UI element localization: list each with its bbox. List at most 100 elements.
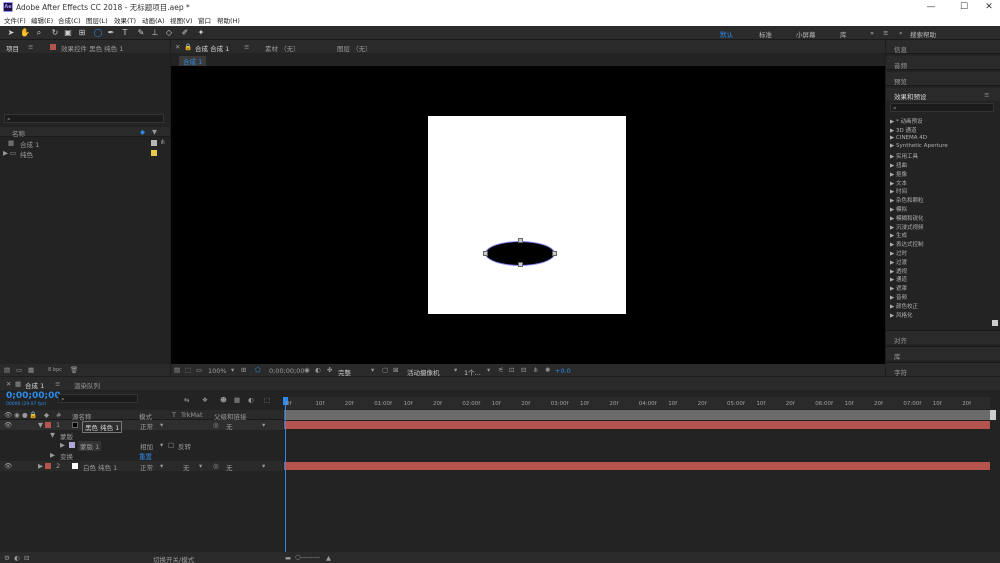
composition-canvas[interactable]: [428, 116, 626, 314]
search-help-input[interactable]: 搜索帮助: [910, 29, 936, 39]
label-column-icon[interactable]: ◆: [44, 411, 49, 419]
roi-icon[interactable]: ▢: [382, 366, 388, 374]
layer-row[interactable]: 👁 ▶ 2 白色 纯色 1 正常 ▾ 无 ▾ ◎ 无 ▾: [0, 461, 283, 472]
column-name[interactable]: 名称: [12, 128, 25, 138]
effects-category[interactable]: ▶ 扭曲: [890, 161, 907, 169]
current-time[interactable]: 0;00;00;00: [269, 367, 305, 375]
layer-mode-select[interactable]: 正常: [140, 462, 153, 472]
motion-blur-icon[interactable]: ◐: [248, 396, 254, 404]
roto-brush-tool-icon[interactable]: ✐: [180, 28, 190, 38]
mask-vertex-handle[interactable]: [518, 238, 523, 243]
library-tab[interactable]: 库: [894, 351, 901, 361]
pick-whip-icon[interactable]: ◎: [213, 462, 219, 470]
frame-blending-icon[interactable]: ▦: [234, 396, 240, 404]
exposure-value[interactable]: +0.0: [555, 367, 571, 375]
snapshot-icon[interactable]: ◉: [304, 366, 310, 374]
menu-view[interactable]: 视图(V): [170, 15, 193, 25]
project-search-input[interactable]: ⌕: [4, 114, 164, 123]
pick-whip-icon[interactable]: ◎: [213, 421, 219, 429]
views-select[interactable]: 1个...: [464, 367, 481, 377]
toggle-pixel-icon[interactable]: ⚟: [498, 366, 504, 374]
draft-3d-icon[interactable]: ❖: [202, 396, 208, 404]
zoom-tool-icon[interactable]: ⌕: [34, 28, 44, 38]
scrollbar-handle[interactable]: [992, 320, 998, 326]
mask-row[interactable]: ▶ 蒙版 1 相加 ▾ □ 反转: [0, 440, 283, 451]
show-snapshot-icon[interactable]: ◐: [315, 366, 321, 374]
mask-color-swatch[interactable]: [69, 442, 75, 448]
effect-controls-tab[interactable]: 效果控件 黑色 纯色 1: [61, 43, 123, 53]
eye-icon[interactable]: 👁: [4, 411, 12, 419]
panel-menu-icon[interactable]: ≡: [244, 43, 249, 51]
expand-arrow-icon[interactable]: ▶: [50, 451, 55, 459]
preview-tab[interactable]: 预览: [894, 76, 907, 86]
align-tab[interactable]: 对齐: [894, 335, 907, 345]
zoom-out-icon[interactable]: ▬: [285, 554, 291, 562]
selection-tool-icon[interactable]: ➤: [6, 28, 16, 38]
effects-category[interactable]: ▶ 沉浸式视频: [890, 223, 923, 231]
effects-category[interactable]: ▶ 过渡: [890, 258, 907, 266]
shy-icon[interactable]: ☻: [220, 396, 227, 404]
solo-icon[interactable]: ●: [22, 411, 28, 419]
hand-tool-icon[interactable]: ✋: [20, 28, 30, 38]
eraser-tool-icon[interactable]: ◇: [164, 28, 174, 38]
menu-window[interactable]: 窗口: [198, 15, 211, 25]
workspace-small-screen[interactable]: 小屏幕: [796, 29, 816, 39]
transfer-controls-icon[interactable]: ◐: [14, 554, 20, 562]
eye-icon[interactable]: 👁: [4, 462, 12, 470]
pan-behind-tool-icon[interactable]: ⊞: [77, 28, 87, 38]
render-queue-tab[interactable]: 渲染队列: [74, 380, 100, 390]
layer-name[interactable]: 白色 纯色 1: [83, 462, 117, 472]
layer-label-swatch[interactable]: [45, 463, 51, 469]
menu-help[interactable]: 帮助(H): [217, 15, 240, 25]
effects-category[interactable]: ▶ CINEMA 4D: [890, 135, 927, 141]
close-button[interactable]: ✕: [982, 1, 996, 13]
audio-tab[interactable]: 音频: [894, 60, 907, 70]
work-area-bar[interactable]: [284, 410, 990, 420]
info-tab[interactable]: 信息: [894, 44, 907, 54]
transparency-grid-icon[interactable]: ⊠: [393, 366, 398, 374]
workspace-menu-icon[interactable]: »: [870, 29, 874, 37]
type-tool-icon[interactable]: T: [120, 28, 130, 38]
composition-mini-flowchart-icon[interactable]: ⇆: [184, 396, 189, 404]
maximize-button[interactable]: ☐: [957, 1, 971, 13]
workspace-default[interactable]: 默认: [720, 29, 733, 39]
ellipse-tool-icon[interactable]: ◯: [93, 28, 103, 38]
effects-category[interactable]: ▶ 时间: [890, 187, 907, 195]
panel-menu-icon[interactable]: ≡: [984, 91, 989, 99]
effects-category[interactable]: ▶ 音频: [890, 293, 907, 301]
panel-menu-icon[interactable]: ≡: [55, 380, 60, 388]
workspace-standard[interactable]: 标准: [759, 29, 772, 39]
effects-category[interactable]: ▶ 文本: [890, 179, 907, 187]
work-area-end-handle[interactable]: [990, 410, 996, 420]
audio-panel-header[interactable]: 音频: [886, 56, 1000, 70]
channel-icon[interactable]: ✤: [327, 366, 332, 374]
effects-category[interactable]: ▶ 表达式控制: [890, 240, 923, 248]
zoom-in-icon[interactable]: ▲: [326, 554, 331, 562]
expand-arrow-icon[interactable]: ▼: [38, 421, 43, 429]
layer-switches-icon[interactable]: ⚙: [4, 554, 10, 562]
pen-tool-icon[interactable]: ✒: [106, 28, 116, 38]
bpc-indicator[interactable]: 8 bpc: [48, 367, 62, 373]
align-panel-header[interactable]: 对齐: [886, 330, 1000, 345]
reset-link[interactable]: 重置: [139, 451, 152, 461]
trash-icon[interactable]: 🗑: [70, 366, 78, 374]
menu-layer[interactable]: 图层(L): [86, 15, 108, 25]
effects-category[interactable]: ▶ 3D 通道: [890, 126, 916, 134]
expand-arrow-icon[interactable]: ▶: [60, 441, 65, 449]
layer-duration-bar[interactable]: [284, 421, 990, 429]
new-folder-icon[interactable]: ▭: [16, 366, 22, 374]
effects-category[interactable]: ▶ 风格化: [890, 311, 912, 319]
mask-visibility-icon[interactable]: ⬠: [255, 366, 261, 374]
in-out-icon[interactable]: ⊟: [24, 554, 29, 562]
character-panel-header[interactable]: 字符: [886, 362, 1000, 377]
menu-edit[interactable]: 编辑(E): [31, 15, 53, 25]
effects-category[interactable]: ▶ 遮罩: [890, 284, 907, 292]
effects-category[interactable]: ▶ 实用工具: [890, 152, 918, 160]
region-icon[interactable]: ⬚: [185, 366, 191, 374]
trkmat-select[interactable]: 无: [183, 462, 190, 472]
layer-label-swatch[interactable]: [45, 422, 51, 428]
tab-footage[interactable]: 素材 （无）: [265, 43, 300, 53]
brush-tool-icon[interactable]: ✎: [136, 28, 146, 38]
label-column-icon[interactable]: ◆: [140, 128, 145, 136]
info-panel-header[interactable]: 信息: [886, 40, 1000, 54]
